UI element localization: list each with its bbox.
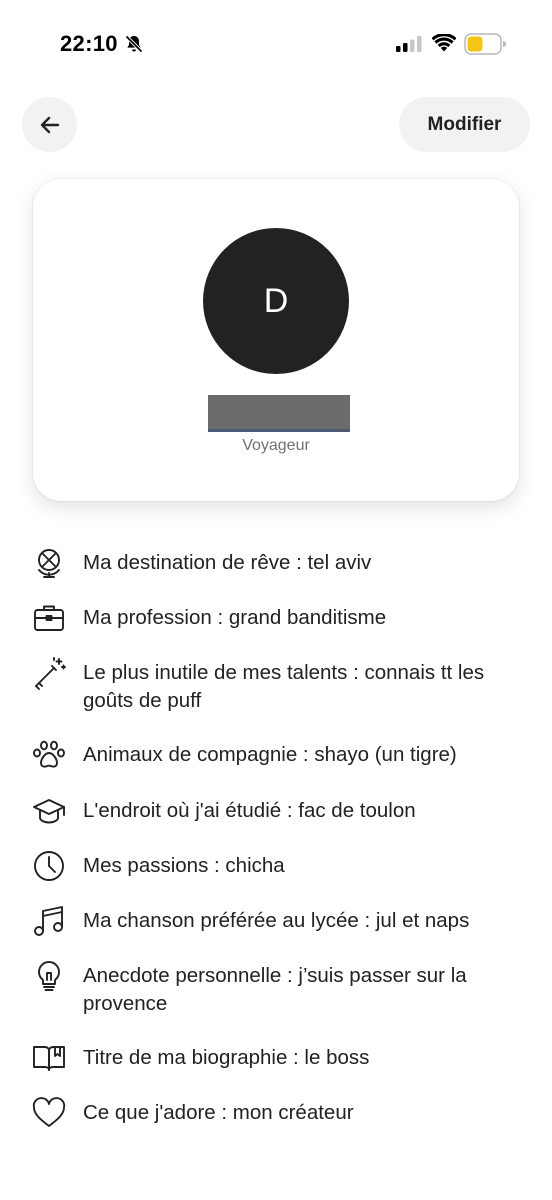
fact-text: Animaux de compagnie : shayo (un tigre) xyxy=(83,743,457,766)
paw-icon xyxy=(32,738,66,772)
fact-text: Ce que j'adore : mon créateur xyxy=(83,1101,354,1124)
clock-icon xyxy=(32,849,66,883)
music-note-icon xyxy=(32,904,66,938)
fact-text: Le plus inutile de mes talents : connais… xyxy=(83,661,485,712)
back-button[interactable] xyxy=(22,97,77,152)
lightbulb-icon xyxy=(32,959,66,993)
fact-text: Anecdote personnelle : j’suis passer sur… xyxy=(83,964,467,1015)
fact-text: L'endroit où j'ai étudié : fac de toulon xyxy=(83,799,416,822)
status-bar: 22:10 xyxy=(0,0,552,90)
globe-crossed-icon xyxy=(32,546,66,580)
profile-card: D Voyageur xyxy=(33,179,519,501)
arrow-left-icon xyxy=(40,116,59,133)
magic-wand-icon xyxy=(32,656,66,690)
briefcase-icon xyxy=(32,601,66,635)
cellular-signal-icon xyxy=(396,36,422,52)
book-icon xyxy=(32,1041,66,1075)
edit-button[interactable]: Modifier xyxy=(399,97,530,152)
fact-text: Ma destination de rêve : tel aviv xyxy=(83,551,372,574)
graduation-cap-icon xyxy=(32,794,66,828)
name-redaction xyxy=(208,395,350,432)
fact-text: Mes passions : chicha xyxy=(83,854,285,877)
avatar[interactable]: D xyxy=(203,228,349,374)
fact-text: Ma chanson préférée au lycée : jul et na… xyxy=(83,909,470,932)
battery-icon xyxy=(464,33,506,55)
fact-text: Ma profession : grand banditisme xyxy=(83,606,387,629)
fact-text: Titre de ma biographie : le boss xyxy=(83,1046,370,1069)
bell-muted-icon xyxy=(125,35,143,53)
role-label: Voyageur xyxy=(242,437,310,454)
status-time: 22:10 xyxy=(60,31,118,56)
heart-icon xyxy=(32,1096,66,1130)
wifi-icon xyxy=(432,34,456,52)
